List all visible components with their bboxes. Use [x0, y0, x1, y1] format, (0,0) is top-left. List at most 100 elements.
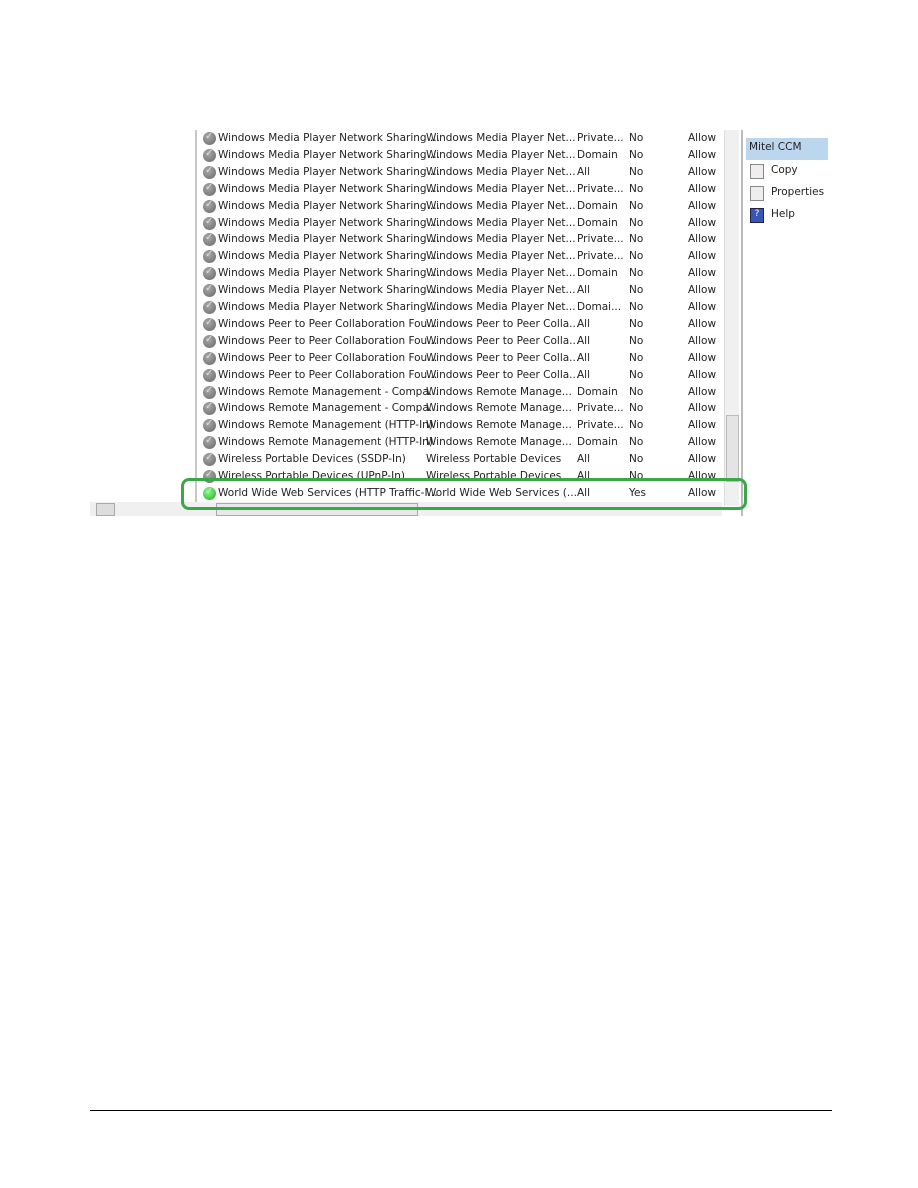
- cell-enabled: No: [629, 368, 644, 381]
- rule-disabled-icon: [203, 249, 216, 264]
- table-row[interactable]: Windows Media Player Network Sharing ...…: [198, 231, 722, 248]
- rule-disabled-icon: [203, 452, 216, 467]
- table-row[interactable]: Windows Remote Management (HTTP-In)Windo…: [198, 417, 722, 434]
- action-label: Copy: [771, 164, 798, 176]
- rule-disabled-icon: [203, 182, 216, 196]
- cell-name: Windows Peer to Peer Collaboration Fou..…: [218, 351, 438, 364]
- cell-name: Windows Media Player Network Sharing ...: [218, 284, 440, 297]
- table-row[interactable]: Wireless Portable Devices (SSDP-In) Wirel…: [198, 451, 722, 468]
- table-row[interactable]: Windows Peer to Peer Collaboration Fou..…: [198, 367, 722, 384]
- cell-profile: All: [577, 317, 591, 330]
- left-pane-scroll-thumb[interactable]: [96, 503, 115, 516]
- cell-enabled: No: [629, 233, 644, 246]
- table-row[interactable]: Windows Peer to Peer Collaboration Fou..…: [198, 316, 722, 333]
- cell-name: Windows Peer to Peer Collaboration Fou..…: [218, 317, 438, 330]
- cell-enabled: No: [629, 402, 644, 415]
- table-row[interactable]: Windows Peer to Peer Collaboration Fou..…: [198, 350, 722, 367]
- cell-enabled: No: [629, 165, 644, 178]
- cell-name: Windows Media Player Network Sharing ...: [218, 182, 440, 195]
- cell-action: Allow: [688, 453, 717, 466]
- table-row[interactable]: Windows Remote Management - Compa...Wind…: [198, 384, 722, 401]
- firewall-rules-screenshot: Windows Media Player Network Sharing ...…: [90, 130, 840, 520]
- cell-name: Windows Remote Management - Compa...: [218, 402, 439, 415]
- cell-profile: Domai...: [577, 301, 622, 313]
- cell-enabled: No: [629, 216, 644, 229]
- cell-enabled: No: [629, 267, 644, 280]
- cell-enabled: No: [629, 436, 644, 449]
- cell-name: Windows Remote Management (HTTP-In): [218, 419, 433, 432]
- cell-name: Windows Media Player Network Sharing ...: [218, 301, 440, 313]
- cell-group: Windows Media Player Net...: [426, 284, 576, 297]
- table-row[interactable]: Windows Remote Management - Compa...Wind…: [198, 400, 722, 417]
- cell-name: Windows Peer to Peer Collaboration Fou..…: [218, 334, 438, 347]
- cell-action: Allow: [688, 165, 717, 178]
- table-row[interactable]: Windows Media Player Network Sharing ...…: [198, 282, 722, 299]
- rule-disabled-icon: [203, 131, 216, 145]
- cell-group: Windows Remote Manage...: [426, 436, 572, 449]
- rule-disabled-icon: [203, 317, 216, 331]
- table-row[interactable]: Windows Media Player Network Sharing ...…: [198, 248, 722, 265]
- cell-group: Windows Media Player Net...: [426, 199, 576, 212]
- table-row[interactable]: Windows Media Player Network Sharing ...…: [198, 147, 722, 164]
- cell-group: Windows Peer to Peer Colla...: [426, 317, 580, 330]
- table-row[interactable]: Windows Media Player Network Sharing ...…: [198, 265, 722, 282]
- table-row[interactable]: Windows Media Player Network Sharing ...…: [198, 164, 722, 181]
- cell-profile: All: [577, 368, 591, 381]
- cell-action: Allow: [688, 284, 717, 297]
- cell-enabled: No: [629, 317, 644, 330]
- cell-group: Windows Remote Manage...: [426, 385, 572, 398]
- cell-enabled: No: [629, 385, 644, 398]
- table-row[interactable]: Windows Remote Management (HTTP-In)Windo…: [198, 434, 722, 451]
- action-help[interactable]: ? Help: [746, 204, 828, 226]
- cell-group: Wireless Portable Devices: [426, 453, 562, 466]
- scroll-thumb[interactable]: [726, 415, 739, 482]
- cell-group: Windows Media Player Net...: [426, 267, 576, 280]
- table-row[interactable]: Windows Media Player Network Sharing ...…: [198, 215, 722, 232]
- cell-group: Windows Media Player Net...: [426, 165, 576, 178]
- footer-rule: [90, 1110, 832, 1111]
- cell-enabled: No: [629, 284, 644, 297]
- table-row[interactable]: Windows Peer to Peer Collaboration Fou..…: [198, 333, 722, 350]
- cell-enabled: No: [629, 250, 644, 263]
- pane-divider: [741, 130, 743, 516]
- rule-disabled-icon: [203, 334, 216, 348]
- table-row[interactable]: Windows Media Player Network Sharing ...…: [198, 130, 722, 147]
- cell-profile: Private...: [577, 402, 624, 415]
- cell-action: Allow: [688, 419, 717, 432]
- cell-action: Allow: [688, 368, 717, 381]
- cell-group: Windows Media Player Net...: [426, 301, 576, 313]
- cell-enabled: No: [629, 453, 644, 466]
- cell-group: Windows Media Player Net...: [426, 182, 576, 195]
- cell-profile: Domain: [577, 148, 618, 161]
- cell-name: Windows Remote Management - Compa...: [218, 385, 439, 398]
- cell-enabled: No: [629, 132, 644, 144]
- table-row[interactable]: Windows Media Player Network Sharing ...…: [198, 299, 722, 316]
- vertical-scrollbar[interactable]: [724, 130, 739, 506]
- cell-action: Allow: [688, 250, 717, 263]
- pane-divider: [195, 130, 197, 516]
- cell-enabled: No: [629, 301, 644, 313]
- cell-action: Allow: [688, 385, 717, 398]
- action-copy[interactable]: Copy: [746, 160, 828, 182]
- cell-action: Allow: [688, 301, 717, 313]
- cell-name: Windows Media Player Network Sharing ...: [218, 199, 440, 212]
- cell-group: Windows Remote Manage...: [426, 402, 572, 415]
- cell-group: Windows Remote Manage...: [426, 419, 572, 432]
- cell-enabled: No: [629, 419, 644, 432]
- cell-action: Allow: [688, 267, 717, 280]
- cell-name: Windows Media Player Network Sharing ...: [218, 216, 440, 229]
- action-properties[interactable]: Properties: [746, 182, 828, 204]
- cell-profile: Domain: [577, 385, 618, 398]
- cell-name: Windows Media Player Network Sharing ...: [218, 132, 440, 144]
- cell-profile: Domain: [577, 436, 618, 449]
- cell-group: Windows Peer to Peer Colla...: [426, 351, 580, 364]
- cell-action: Allow: [688, 148, 717, 161]
- cell-profile: Domain: [577, 267, 618, 280]
- cell-group: Windows Media Player Net...: [426, 250, 576, 263]
- cell-group: Windows Media Player Net...: [426, 148, 576, 161]
- cell-action: Allow: [688, 334, 717, 347]
- table-row[interactable]: Windows Media Player Network Sharing ...…: [198, 181, 722, 198]
- cell-profile: Domain: [577, 199, 618, 212]
- table-row[interactable]: Windows Media Player Network Sharing ...…: [198, 198, 722, 215]
- cell-enabled: No: [629, 148, 644, 161]
